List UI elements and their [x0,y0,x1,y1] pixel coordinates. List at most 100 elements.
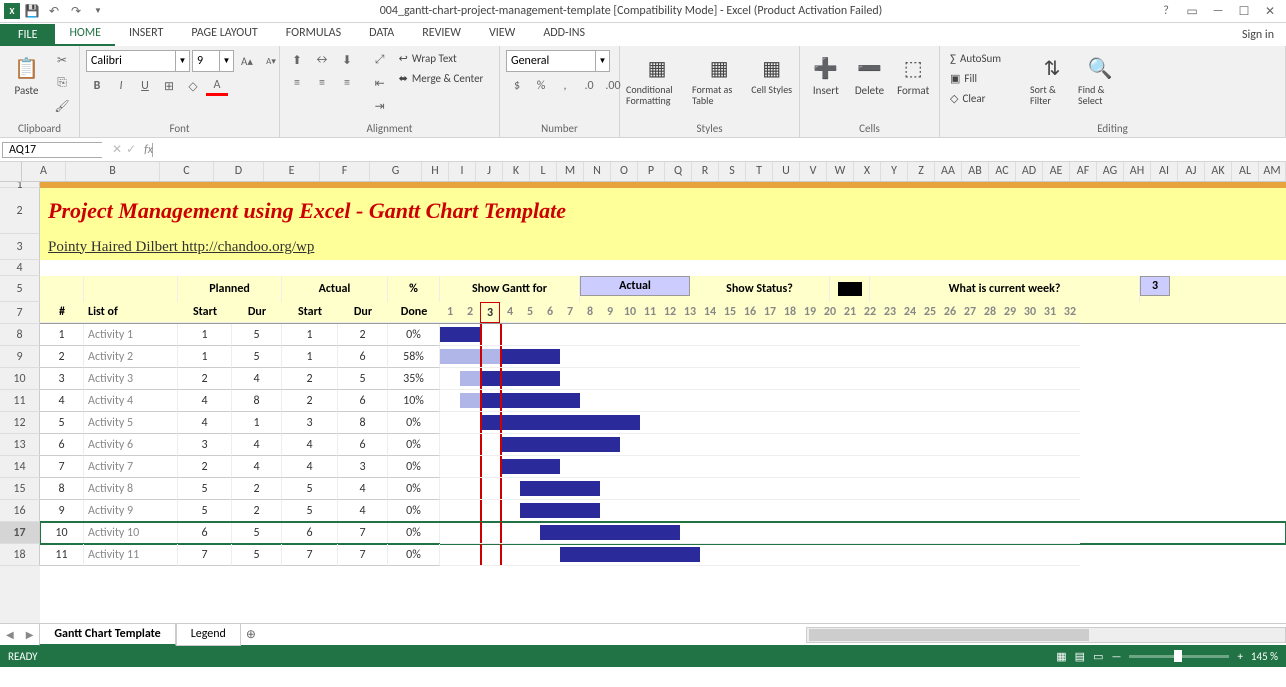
ribbon-tab-data[interactable]: DATA [355,22,408,46]
delete-cells-button[interactable]: ➖Delete [850,50,890,97]
planned-start[interactable]: 5 [178,500,232,522]
col-header[interactable]: AK [1205,162,1232,181]
pct-done[interactable]: 0% [388,478,440,500]
pct-done[interactable]: 0% [388,456,440,478]
cut-icon[interactable]: ✂ [51,50,73,70]
actual-dur[interactable]: 4 [338,478,388,500]
autosum-button[interactable]: ∑AutoSum [946,50,1026,67]
actual-dur[interactable]: 7 [338,544,388,566]
col-header[interactable]: E [264,162,320,181]
col-header[interactable]: B [66,162,160,181]
row-header[interactable]: 13 [0,434,40,456]
format-painter-icon[interactable]: 🖌 [51,96,73,116]
save-icon[interactable]: 💾 [22,1,42,21]
planned-start[interactable]: 5 [178,478,232,500]
planned-dur[interactable]: 4 [232,434,282,456]
activity-name[interactable]: Activity 4 [84,390,178,412]
select-all-corner[interactable] [0,162,22,181]
col-header[interactable]: F [320,162,370,181]
undo-icon[interactable]: ↶ [44,1,64,21]
clear-button[interactable]: ◇Clear [946,90,1026,107]
border-icon[interactable]: ⊞ [158,76,180,96]
conditional-formatting-button[interactable]: ▦Conditional Formatting [626,50,688,106]
zoom-in-icon[interactable]: + [1237,650,1242,663]
row-header[interactable]: 18 [0,544,40,566]
row-header[interactable]: 4 [0,260,40,276]
zoom-level[interactable]: 145 % [1251,650,1278,663]
cell-styles-button[interactable]: ▦Cell Styles [750,50,793,95]
fx-icon[interactable]: fx [144,143,153,157]
col-header[interactable]: AG [1097,162,1124,181]
align-center-icon[interactable]: ≡ [311,73,333,93]
col-header[interactable]: K [503,162,530,181]
activity-num[interactable]: 8 [40,478,84,500]
new-sheet-icon[interactable]: ⊕ [241,627,261,642]
actual-start[interactable]: 5 [282,478,338,500]
col-header[interactable]: T [746,162,773,181]
actual-dur[interactable]: 5 [338,368,388,390]
align-left-icon[interactable]: ≡ [286,73,308,93]
actual-start[interactable]: 1 [282,346,338,368]
font-color-icon[interactable]: A [206,76,228,96]
ribbon-tab-insert[interactable]: INSERT [115,22,177,46]
col-header[interactable]: N [584,162,611,181]
row-header[interactable]: 16 [0,500,40,522]
actual-start[interactable]: 3 [282,412,338,434]
formula-input[interactable] [153,143,1286,157]
planned-dur[interactable]: 5 [232,522,282,544]
align-top-icon[interactable]: ⬆ [286,50,308,70]
col-header[interactable]: AI [1151,162,1178,181]
current-week-input[interactable]: 3 [1140,276,1170,296]
ribbon-tab-view[interactable]: VIEW [475,22,529,46]
col-header[interactable]: D [214,162,264,181]
insert-cells-button[interactable]: ➕Insert [806,50,846,97]
normal-view-icon[interactable]: ▦ [1056,650,1066,663]
actual-start[interactable]: 5 [282,500,338,522]
align-right-icon[interactable]: ≡ [336,73,358,93]
sheet-tab[interactable]: Gantt Chart Template [39,624,175,646]
pct-done[interactable]: 35% [388,368,440,390]
row-header[interactable]: 12 [0,412,40,434]
activity-num[interactable]: 9 [40,500,84,522]
pct-done[interactable]: 0% [388,412,440,434]
pct-done[interactable]: 0% [388,324,440,346]
decrease-indent-icon[interactable]: ⇤ [369,73,391,93]
shrink-font-icon[interactable]: A▾ [260,51,282,71]
col-header[interactable]: AF [1070,162,1097,181]
ribbon-tab-add-ins[interactable]: ADD-INS [529,22,599,46]
col-header[interactable]: W [827,162,854,181]
accounting-icon[interactable]: $ [506,76,528,96]
activity-num[interactable]: 5 [40,412,84,434]
actual-start[interactable]: 6 [282,522,338,544]
sheet-nav-prev-icon[interactable]: ◀ [0,628,20,641]
activity-name[interactable]: Activity 8 [84,478,178,500]
actual-dur[interactable]: 6 [338,434,388,456]
activity-name[interactable]: Activity 10 [84,522,178,544]
orientation-icon[interactable]: ⤢ [369,50,391,70]
pct-done[interactable]: 58% [388,346,440,368]
col-header[interactable]: AM [1259,162,1286,181]
col-header[interactable]: AJ [1178,162,1205,181]
pct-done[interactable]: 0% [388,434,440,456]
activity-num[interactable]: 10 [40,522,84,544]
col-header[interactable]: M [557,162,584,181]
col-header[interactable]: AE [1043,162,1070,181]
col-header[interactable]: G [370,162,422,181]
actual-start[interactable]: 1 [282,324,338,346]
planned-dur[interactable]: 8 [232,390,282,412]
col-header[interactable]: I [449,162,476,181]
qat-customize-icon[interactable]: ▼ [88,1,108,21]
row-header[interactable]: 11 [0,390,40,412]
row-header[interactable]: 9 [0,346,40,368]
scrollbar-thumb[interactable] [809,629,1089,641]
row-header[interactable]: 3 [0,234,40,260]
activity-num[interactable]: 7 [40,456,84,478]
align-bottom-icon[interactable]: ⬇ [336,50,358,70]
actual-start[interactable]: 2 [282,390,338,412]
col-header[interactable]: S [719,162,746,181]
font-size-combo[interactable]: ▼ [192,50,234,72]
col-header[interactable]: AB [962,162,989,181]
col-header[interactable]: R [692,162,719,181]
activity-num[interactable]: 11 [40,544,84,566]
horizontal-scrollbar[interactable] [806,627,1286,643]
